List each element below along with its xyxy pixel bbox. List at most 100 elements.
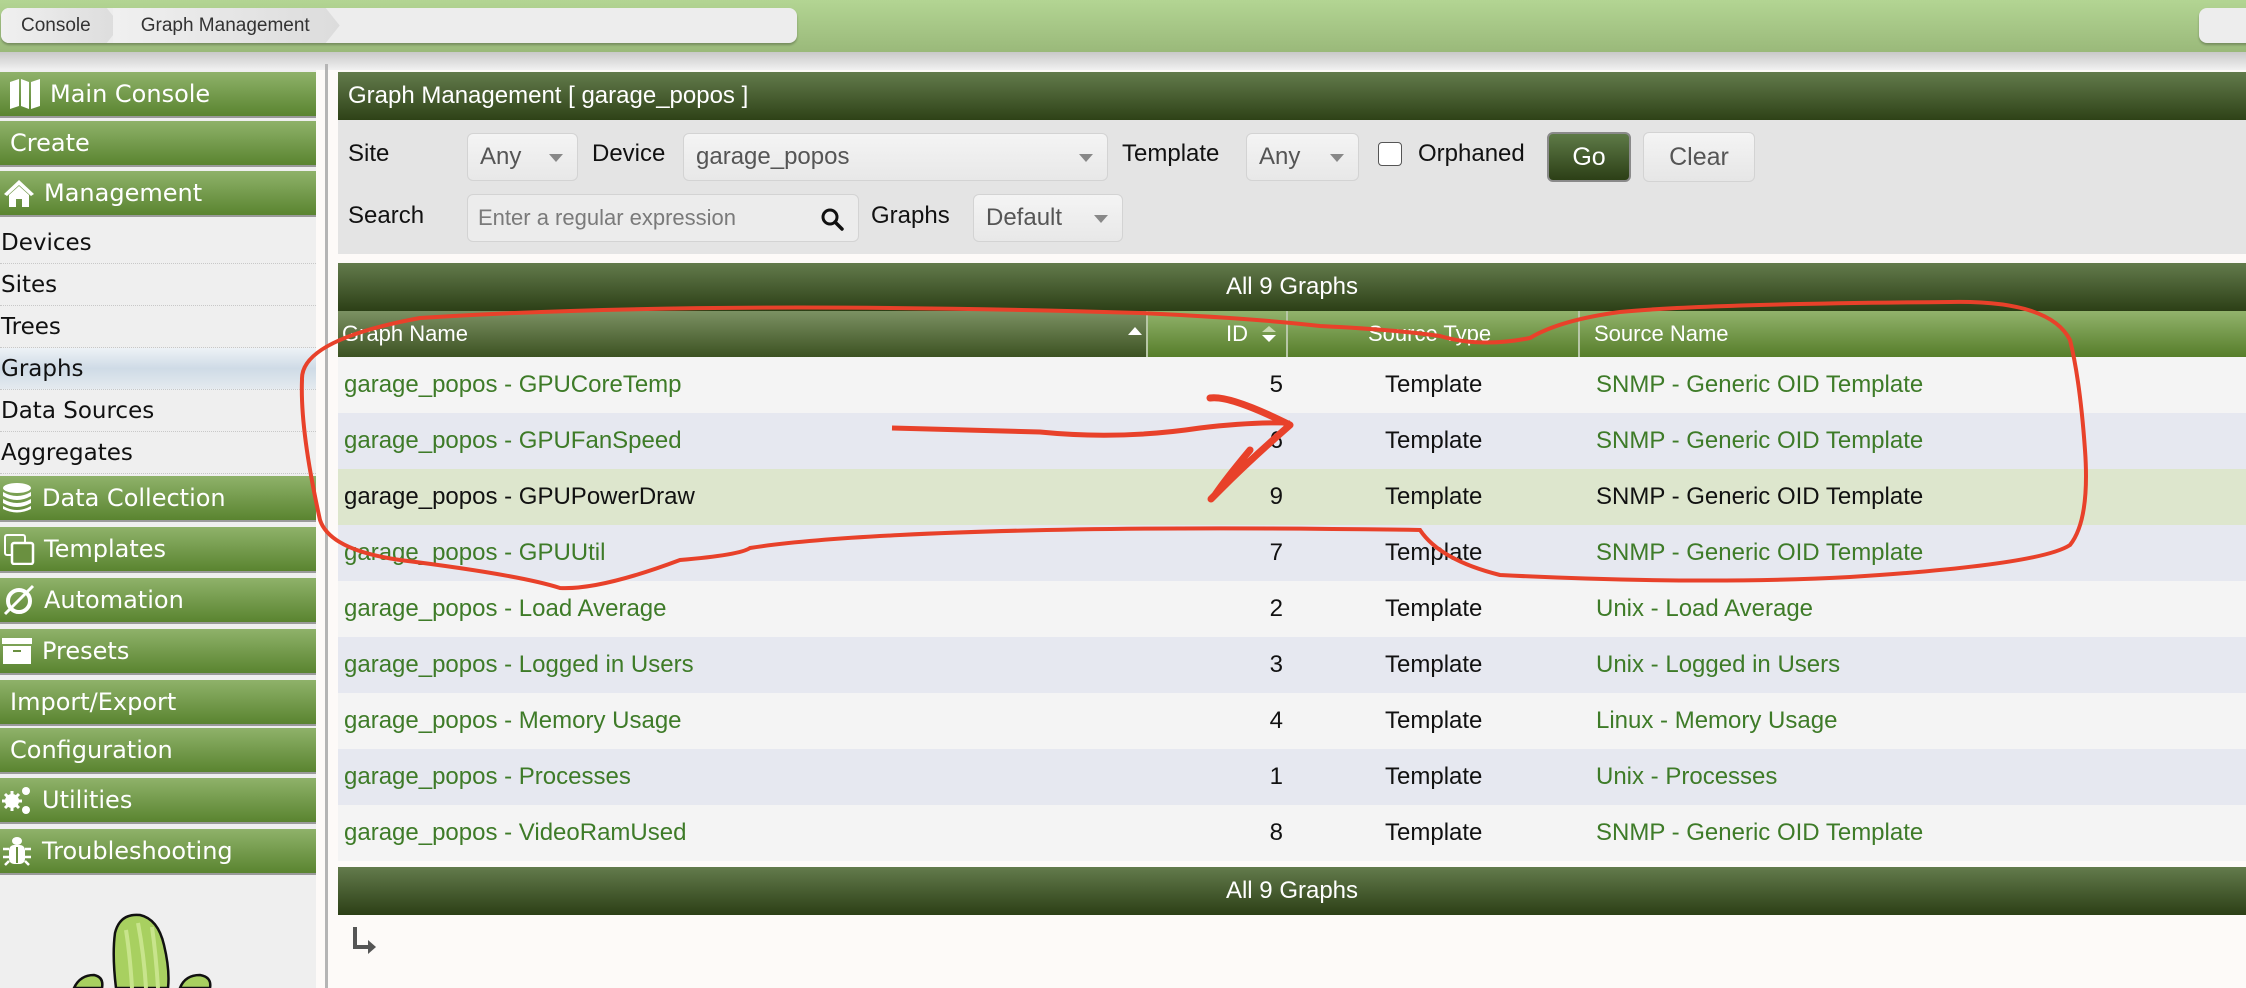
graph-name-link[interactable]: garage_popos - VideoRamUsed [344, 819, 686, 847]
device-label: Device [592, 140, 666, 167]
sidebar-section-label: Presets [42, 637, 130, 665]
table-header: Graph Name ID Source Type Source Name [338, 311, 2246, 357]
sidebar-section-label: Configuration [10, 736, 173, 764]
graph-name-link[interactable]: garage_popos - Memory Usage [344, 707, 682, 735]
graph-name-link[interactable]: garage_popos - Processes [344, 763, 631, 791]
table-row[interactable]: garage_popos - GPUPowerDraw 9 Template SNMP… [338, 469, 2246, 525]
site-select[interactable]: Any [467, 133, 578, 181]
cell-id: 5 [1269, 371, 1283, 398]
source-name-link[interactable]: SNMP - Generic OID Template [1596, 819, 1923, 847]
cell-id: 1 [1269, 763, 1283, 790]
sidebar-section-label: Create [10, 129, 90, 157]
column-header-id[interactable]: ID [1148, 311, 1288, 357]
column-label: Source Type [1368, 321, 1492, 346]
sidebar-section-templates[interactable]: Templates [0, 527, 316, 573]
sidebar-divider[interactable] [325, 64, 328, 988]
column-header-graph-name[interactable]: Graph Name [338, 311, 1148, 357]
source-name-link[interactable]: Unix - Processes [1596, 763, 1777, 791]
table-row[interactable]: garage_popos - GPUFanSpeed 6 Template SNMP … [338, 413, 2246, 469]
sidebar-section-automation[interactable]: Automation [0, 578, 316, 624]
cell-source-type: Template [1385, 595, 1483, 622]
sidebar-section-label: Import/Export [10, 688, 177, 716]
graph-name-link[interactable]: garage_popos - Load Average [344, 595, 667, 623]
sidebar-item-trees[interactable]: Trees [0, 306, 316, 348]
table-row[interactable]: garage_popos - Memory Usage 4 Template Linu… [338, 693, 2246, 749]
search-input[interactable] [478, 205, 808, 231]
sidebar-item-sites[interactable]: Sites [0, 264, 316, 306]
source-name-link[interactable]: Linux - Memory Usage [1596, 707, 1837, 735]
graphs-select[interactable]: Default [973, 194, 1123, 242]
cell-source-name: SNMP - Generic OID Template [1596, 469, 1923, 525]
table-row[interactable]: garage_popos - Load Average 2 Template Unix… [338, 581, 2246, 637]
sidebar-section-main-console[interactable]: Main Console [0, 72, 316, 118]
search-box [467, 194, 859, 242]
cell-source-type: Template [1385, 651, 1483, 678]
cell-id: 7 [1269, 539, 1283, 566]
table-row[interactable]: garage_popos - GPUUtil 7 Template SNMP - Ge… [338, 525, 2246, 581]
table-row[interactable]: garage_popos - GPUCoreTemp 5 Template SNMP … [338, 357, 2246, 413]
cell-id: 8 [1269, 819, 1283, 846]
sidebar-item-devices[interactable]: Devices [0, 222, 316, 264]
go-button[interactable]: Go [1547, 132, 1631, 182]
source-name-link[interactable]: Unix - Load Average [1596, 595, 1813, 623]
source-name-link[interactable]: SNMP - Generic OID Template [1596, 371, 1923, 399]
graph-name-link[interactable]: garage_popos - GPUCoreTemp [344, 371, 682, 399]
cell-id: 2 [1269, 595, 1283, 622]
cell-source-name: SNMP - Generic OID Template [1596, 805, 1923, 861]
graph-name-link[interactable]: garage_popos - GPUPowerDraw [344, 483, 695, 511]
orphaned-checkbox[interactable] [1378, 142, 1402, 166]
cell-source-name: SNMP - Generic OID Template [1596, 357, 1923, 413]
cacti-logo [72, 913, 212, 988]
sidebar-section-management[interactable]: Management [0, 171, 316, 217]
device-select[interactable]: garage_popos [683, 133, 1108, 181]
sidebar-item-aggregates[interactable]: Aggregates [0, 432, 316, 474]
return-arrow-icon[interactable] [352, 925, 380, 955]
user-menu-box[interactable] [2199, 8, 2246, 43]
panel-title: Graph Management [ garage_popos ] [338, 72, 2246, 120]
cell-source-type: Template [1385, 371, 1483, 398]
source-name-link[interactable]: SNMP - Generic OID Template [1596, 483, 1923, 511]
cell-graph-name: garage_popos - GPUPowerDraw [344, 469, 695, 525]
column-label: ID [1226, 321, 1248, 346]
graphs-select-value: Default [986, 204, 1063, 231]
source-name-link[interactable]: Unix - Logged in Users [1596, 651, 1840, 679]
bug-icon [0, 834, 34, 868]
graph-name-link[interactable]: garage_popos - GPUFanSpeed [344, 427, 682, 455]
sidebar-item-label: Aggregates [1, 439, 133, 466]
graph-name-link[interactable]: garage_popos - Logged in Users [344, 651, 694, 679]
sidebar-item-label: Devices [1, 229, 92, 256]
cell-graph-name: garage_popos - GPUCoreTemp [344, 357, 682, 413]
site-select-value: Any [480, 143, 522, 170]
source-name-link[interactable]: SNMP - Generic OID Template [1596, 427, 1923, 455]
chevron-down-icon [1079, 154, 1093, 162]
sidebar-section-utilities[interactable]: Utilities [0, 778, 316, 824]
column-label: Source Name [1594, 321, 1729, 346]
table-row[interactable]: garage_popos - VideoRamUsed 8 Template SNMP… [338, 805, 2246, 861]
sidebar-section-create[interactable]: Create [0, 121, 316, 167]
clear-button[interactable]: Clear [1643, 132, 1755, 182]
sidebar-item-graphs[interactable]: Graphs [0, 348, 316, 390]
sidebar-section-label: Automation [44, 586, 184, 614]
table-row[interactable]: garage_popos - Logged in Users 3 Template U… [338, 637, 2246, 693]
sidebar-section-troubleshooting[interactable]: Troubleshooting [0, 829, 316, 875]
graph-name-link[interactable]: garage_popos - GPUUtil [344, 539, 605, 567]
column-header-source-name: Source Name [1580, 311, 2246, 357]
template-select[interactable]: Any [1246, 133, 1359, 181]
automation-icon [2, 583, 36, 617]
cell-graph-name: garage_popos - GPUUtil [344, 525, 605, 581]
sidebar-section-data-collection[interactable]: Data Collection [0, 476, 316, 522]
sidebar-section-label: Data Collection [42, 484, 226, 512]
sidebar-section-presets[interactable]: Presets [0, 629, 316, 675]
source-name-link[interactable]: SNMP - Generic OID Template [1596, 539, 1923, 567]
breadcrumb-graph-management[interactable]: Graph Management [113, 8, 340, 43]
table-row[interactable]: garage_popos - Processes 1 Template Unix - … [338, 749, 2246, 805]
sidebar-section-configuration[interactable]: Configuration [0, 728, 316, 774]
sidebar-item-label: Trees [1, 313, 61, 340]
cell-source-name: SNMP - Generic OID Template [1596, 525, 1923, 581]
filter-panel: Site Any Device garage_popos Template An… [338, 120, 2246, 254]
sidebar-item-data-sources[interactable]: Data Sources [0, 390, 316, 432]
search-icon[interactable] [820, 207, 844, 231]
sidebar-section-import-export[interactable]: Import/Export [0, 680, 316, 726]
breadcrumb-console[interactable]: Console [1, 8, 121, 43]
cell-source-name: Unix - Processes [1596, 749, 1777, 805]
